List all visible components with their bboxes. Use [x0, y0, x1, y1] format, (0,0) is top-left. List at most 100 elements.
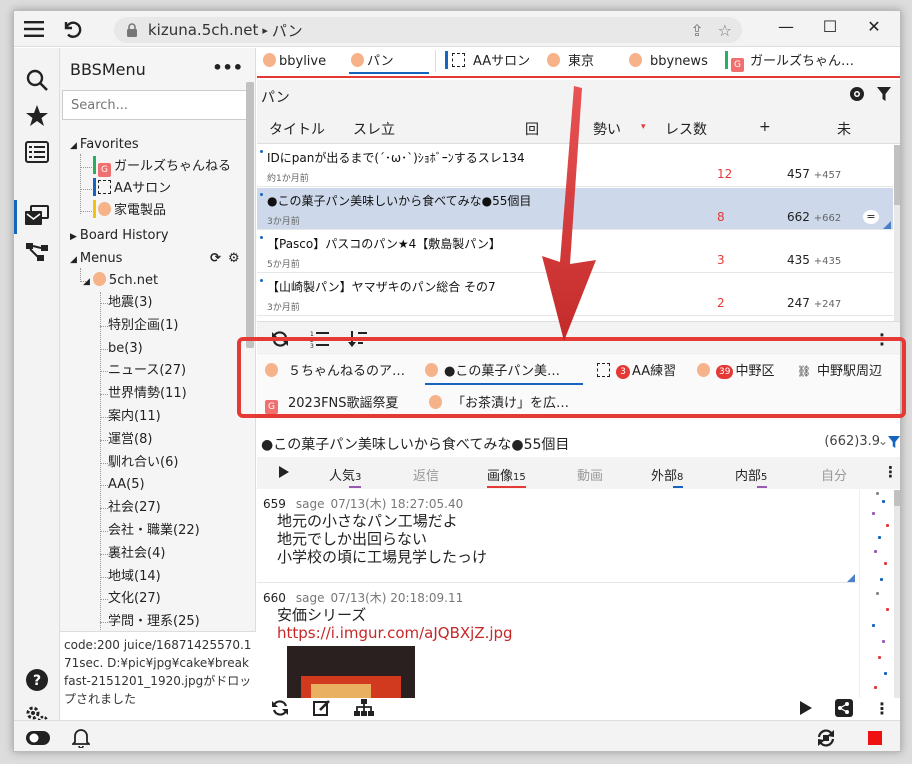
more-vertical-icon[interactable]: ⋮ — [883, 463, 898, 481]
post-date: 07/13(木) 18:27:05.40 — [330, 497, 464, 511]
share-nodes-icon[interactable] — [833, 698, 855, 718]
menu-category-item[interactable]: AA(5) — [108, 474, 145, 496]
favorite-girls-channel[interactable]: G ガールズちゃんねる — [93, 156, 231, 178]
column-res-count[interactable]: レス数 — [665, 119, 707, 139]
toggle-switch[interactable] — [26, 731, 50, 749]
star-icon[interactable] — [23, 102, 51, 130]
tab-bbylive[interactable]: bbylive — [257, 48, 343, 76]
5ch-icon — [547, 53, 560, 67]
menu-category-item[interactable]: 案内(11) — [108, 406, 161, 428]
play-icon[interactable] — [795, 698, 817, 718]
url-separator: ▸ — [262, 23, 268, 37]
favorite-aa-salon[interactable]: AAサロン — [93, 178, 171, 200]
menu-category-item[interactable]: 社会(27) — [108, 497, 161, 519]
share-icon[interactable]: ⇪ — [690, 21, 703, 40]
refresh-icon[interactable]: ⟳ — [210, 248, 221, 270]
maximize-button[interactable]: ☐ — [810, 17, 850, 41]
menu-category-item[interactable]: 文化(27) — [108, 588, 161, 610]
collapsed-triangle-icon: ▶ — [70, 232, 77, 242]
post-number[interactable]: 660 — [263, 591, 286, 605]
menu-category-item[interactable]: 地震(3) — [108, 292, 152, 314]
star-outline-icon[interactable]: ☆ — [718, 21, 732, 40]
post-minimap[interactable] — [859, 490, 893, 698]
menu-category-item[interactable]: 馴れ合い(6) — [108, 452, 178, 474]
tree-board-history[interactable]: ▶ Board History — [70, 225, 169, 247]
gear-icon[interactable]: ⚙ — [228, 248, 240, 270]
tree-menus[interactable]: ◢ Menus ⟳ ⚙ — [70, 248, 246, 270]
column-unread[interactable]: 未 — [837, 119, 851, 139]
column-plus[interactable]: + — [759, 119, 771, 135]
equal-icon[interactable]: = — [863, 210, 879, 224]
post-list-scrollbar[interactable] — [894, 490, 900, 698]
list-icon[interactable] — [23, 138, 51, 166]
play-icon[interactable] — [279, 466, 289, 482]
close-button[interactable]: ✕ — [854, 17, 894, 41]
image-link[interactable]: https://i.imgur.com/aJQBXjZ.jpg — [277, 624, 513, 642]
threads-icon[interactable] — [23, 203, 51, 231]
edit-icon[interactable] — [311, 698, 333, 718]
board-search-input[interactable] — [62, 90, 250, 120]
filter-popular[interactable]: 人気3 — [329, 465, 362, 488]
filter-video[interactable]: 動画 — [577, 465, 603, 484]
thread-list-scrollbar[interactable] — [894, 145, 900, 321]
menu-category-item[interactable]: 地域(14) — [108, 566, 161, 588]
menu-category-item[interactable]: 裏社会(4) — [108, 543, 165, 565]
filter-image[interactable]: 画像15 — [487, 465, 526, 488]
tab-pan[interactable]: パン — [345, 48, 429, 76]
active-indicator — [14, 200, 17, 234]
sidebar-scrollbar[interactable] — [246, 82, 254, 348]
url-bar[interactable]: kizuna.5ch.net ▸ パン ⇪ ☆ — [114, 17, 742, 43]
post-body: 安価シリーズ — [277, 606, 367, 624]
hamburger-menu-icon[interactable] — [22, 17, 46, 41]
5ch-icon — [263, 53, 276, 67]
filter-icon[interactable] — [888, 436, 900, 452]
menu-category-item[interactable]: 世界情勢(11) — [108, 383, 187, 405]
disc-icon[interactable] — [849, 86, 865, 106]
tree-favorites[interactable]: ◢ Favorites — [70, 134, 139, 156]
hierarchy-icon[interactable] — [353, 698, 375, 718]
post-item: 659 sage 07/13(木) 18:27:05.40 地元の小さなパン工場だよ… — [257, 490, 857, 583]
filter-internal[interactable]: 内部5 — [735, 465, 768, 488]
column-start[interactable]: スレ立 — [353, 119, 395, 139]
filter-icon[interactable] — [877, 87, 891, 105]
tree-5ch-net[interactable]: ◢ 5ch.net — [83, 270, 158, 292]
bbs-menu-sidebar: BBSMenu ••• ◢Favorites Gガールズちゃんねる AAサロン … — [60, 48, 256, 720]
menu-category-item[interactable]: 学問・理系(25) — [108, 611, 200, 630]
menu-category-item[interactable]: 会社・職業(22) — [108, 520, 200, 542]
aa-salon-icon — [98, 180, 111, 194]
filter-mine[interactable]: 自分 — [821, 465, 847, 484]
menu-category-item[interactable]: ニュース(27) — [108, 360, 186, 382]
tab-girls-channel[interactable]: G ガールズちゃん… — [719, 48, 899, 76]
post-list: 659 sage 07/13(木) 18:27:05.40 地元の小さなパン工場だよ… — [257, 490, 857, 698]
menu-category-item[interactable]: be(3) — [108, 338, 143, 360]
stop-icon[interactable] — [868, 731, 882, 745]
menu-category-item[interactable]: 特別企画(1) — [108, 315, 178, 337]
thread-header: ●この菓子パン美味しいから食べてみな●55個目 (662)3.9 ⌄ — [257, 429, 900, 457]
more-vertical-icon[interactable]: ⋮ — [871, 698, 893, 718]
search-icon[interactable] — [23, 66, 51, 94]
sort-desc-icon[interactable]: ▾ — [641, 122, 646, 132]
help-icon[interactable]: ? — [23, 666, 51, 694]
reload-icon[interactable] — [269, 698, 291, 718]
column-title[interactable]: タイトル — [269, 119, 325, 139]
menu-category-item[interactable]: 運営(8) — [108, 429, 152, 451]
bell-icon[interactable] — [70, 728, 92, 751]
5ch-icon — [92, 272, 106, 286]
tab-aa-salon[interactable]: AAサロン — [439, 48, 539, 76]
board-tab-bar: bbylive パン AAサロン 東京 bbynews G ガールズちゃん… — [257, 48, 900, 78]
tree-icon[interactable] — [23, 238, 51, 266]
tab-bbynews[interactable]: bbynews — [623, 48, 723, 76]
minimize-button[interactable]: — — [766, 17, 806, 41]
favorite-appliances[interactable]: 家電製品 — [93, 200, 166, 222]
board-tree: ◢ Favorites G ガールズちゃんねる AAサロン 家電製品 ▶ Board … — [60, 124, 246, 630]
sync-icon[interactable] — [816, 728, 836, 751]
expand-icon[interactable]: ⌄ — [878, 434, 888, 448]
thread-title: ●この菓子パン美味しいから食べてみな●55個目 — [261, 437, 570, 453]
tab-tokyo[interactable]: 東京 — [541, 48, 621, 76]
post-number[interactable]: 659 — [263, 497, 286, 511]
image-thumbnail[interactable] — [287, 646, 415, 698]
filter-external[interactable]: 外部8 — [651, 465, 684, 488]
filter-reply[interactable]: 返信 — [413, 465, 439, 484]
more-options-icon[interactable]: ••• — [212, 58, 243, 77]
undo-icon[interactable] — [60, 17, 84, 41]
